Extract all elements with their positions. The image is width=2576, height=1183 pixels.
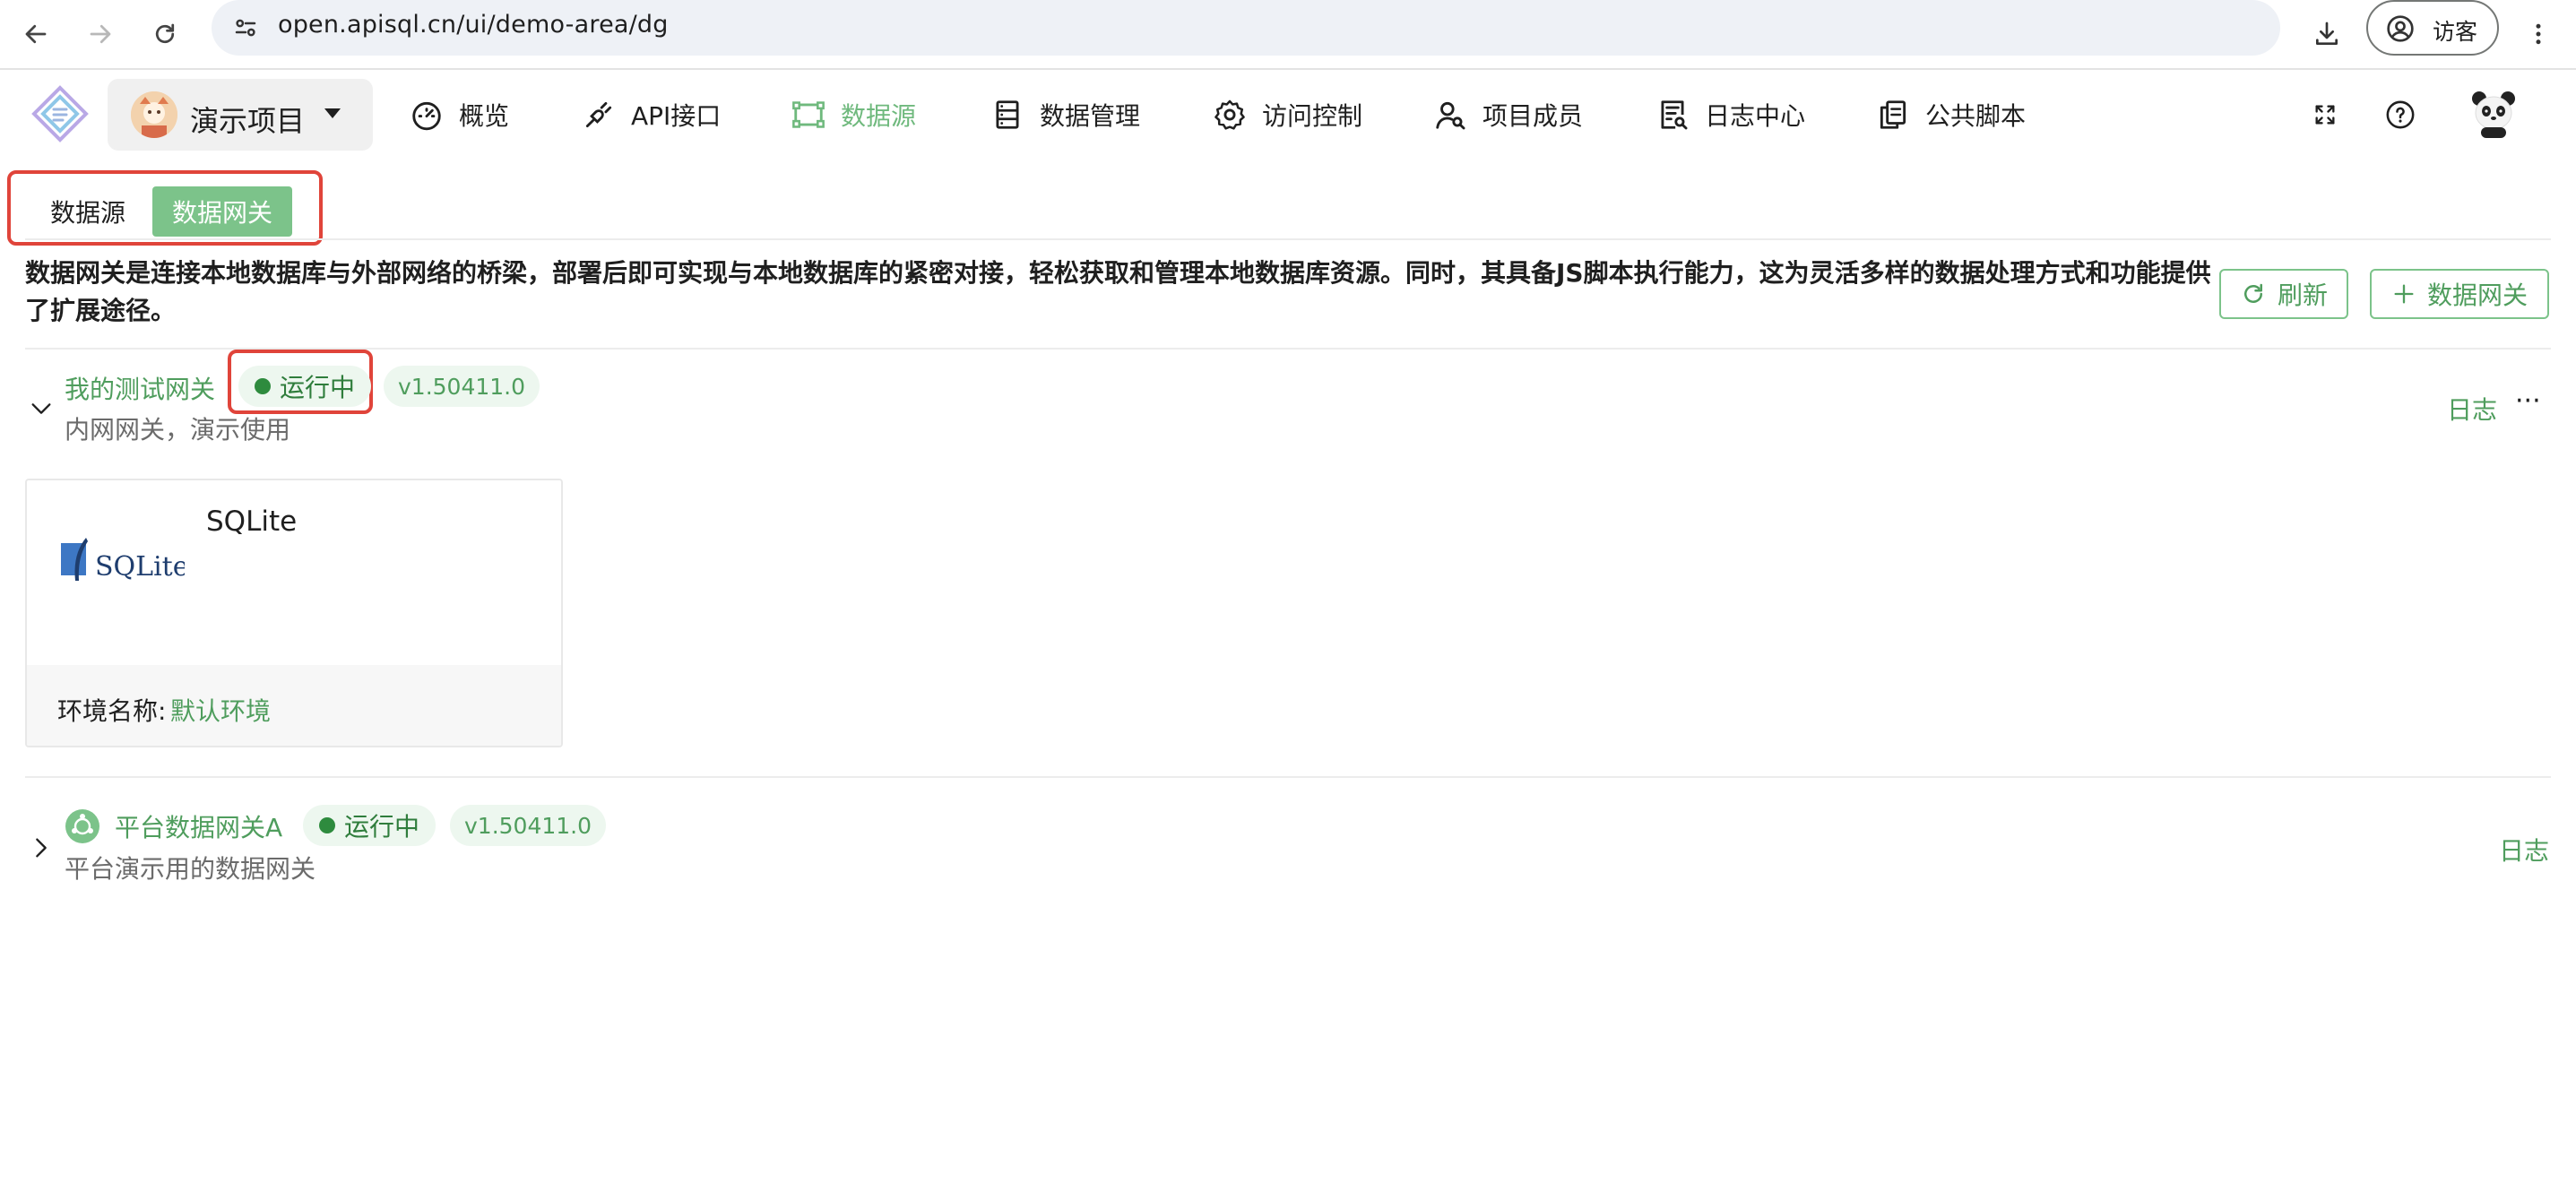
app-logo[interactable]	[30, 84, 90, 143]
log-icon	[1655, 97, 1690, 133]
back-icon[interactable]	[11, 9, 61, 59]
status-text: 运行中	[280, 373, 356, 402]
expand-chevron-icon[interactable]	[27, 833, 56, 862]
platform-gateway-icon	[65, 808, 100, 844]
site-settings-icon[interactable]	[224, 6, 267, 49]
menu-item-label: 项目成员	[1482, 101, 1584, 131]
menu-item-datasource[interactable]: 数据源	[791, 93, 916, 136]
collapse-chevron-icon[interactable]	[27, 394, 56, 423]
menu-item-label: 概览	[459, 101, 510, 131]
member-icon	[1432, 97, 1468, 133]
divider	[25, 776, 2551, 778]
divider	[25, 348, 2551, 350]
add-gateway-button[interactable]: 数据网关	[2370, 269, 2549, 319]
tab-highlight-box: 数据源 数据网关	[7, 170, 323, 246]
gateway-name[interactable]: 我的测试网关	[65, 370, 215, 406]
tab-datasource[interactable]: 数据源	[30, 186, 146, 237]
script-icon	[1875, 97, 1911, 133]
refresh-icon	[2240, 281, 2267, 307]
gateway-log-link[interactable]: 日志	[2447, 391, 2497, 427]
database-icon	[990, 97, 1025, 133]
more-icon[interactable]: ···	[2515, 385, 2541, 417]
menu-item-members[interactable]: 项目成员	[1432, 93, 1583, 136]
add-gateway-label: 数据网关	[2426, 281, 2528, 310]
svg-text:SQLite: SQLite	[95, 551, 185, 583]
url-text[interactable]: open.apisql.cn/ui/demo-area/dg	[278, 11, 669, 39]
browser-toolbar: open.apisql.cn/ui/demo-area/dg 访客	[0, 0, 2576, 70]
divider	[25, 238, 2551, 240]
version-badge: v1.50411.0	[450, 805, 607, 846]
tab-data-gateway[interactable]: 数据网关	[152, 186, 293, 237]
menu-item-access-control[interactable]: 访问控制	[1212, 93, 1362, 136]
user-avatar[interactable]	[2467, 86, 2520, 140]
datasource-icon	[791, 97, 826, 133]
datasource-name: SQLite	[206, 505, 298, 538]
account-circle-icon	[2387, 15, 2414, 42]
version-badge: v1.50411.0	[384, 366, 540, 407]
menu-item-label: 日志中心	[1705, 101, 1806, 131]
menu-item-data-management[interactable]: 数据管理	[990, 93, 1140, 136]
menu-item-label: 数据源	[841, 101, 917, 131]
plus-icon	[2391, 281, 2416, 307]
gateway-name[interactable]: 平台数据网关A	[115, 808, 282, 844]
status-dot-icon	[319, 817, 335, 833]
gateway-log-link[interactable]: 日志	[2499, 832, 2549, 868]
status-text: 运行中	[344, 812, 420, 842]
menu-item-log-center[interactable]: 日志中心	[1655, 93, 1805, 136]
download-icon[interactable]	[2302, 9, 2352, 59]
menu-item-label: API接口	[631, 101, 722, 131]
gateway-subtitle: 平台演示用的数据网关	[65, 854, 316, 884]
gateway-description: 数据网关是连接本地数据库与外部网络的桥梁，部署后即可实现与本地数据库的紧密对接，…	[25, 258, 2211, 325]
gear-icon	[1212, 97, 1248, 133]
sqlite-logo: SQLite	[59, 534, 188, 592]
reload-icon[interactable]	[140, 9, 190, 59]
help-icon[interactable]	[2381, 95, 2420, 134]
status-dot-icon	[255, 378, 271, 394]
gateway-subtitle: 内网网关，演示使用	[65, 415, 291, 445]
env-value[interactable]: 默认环境	[170, 692, 271, 728]
browser-menu-icon[interactable]	[2513, 9, 2563, 59]
project-name: 演示项目	[190, 104, 306, 138]
status-badge: 运行中	[238, 366, 372, 407]
menu-item-label: 访问控制	[1262, 101, 1363, 131]
profile-label: 访客	[2433, 19, 2478, 45]
fullscreen-icon[interactable]	[2305, 95, 2345, 134]
app-header: 演示项目 概览 API接口 数据源 数据管理 访问控制 项目成员 日志中心 公共…	[0, 72, 2576, 158]
refresh-button[interactable]: 刷新	[2219, 269, 2348, 319]
menu-item-public-scripts[interactable]: 公共脚本	[1875, 93, 2026, 136]
caret-down-icon	[324, 108, 341, 118]
project-avatar	[131, 91, 177, 138]
refresh-label: 刷新	[2277, 281, 2328, 310]
menu-item-label: 公共脚本	[1925, 101, 2027, 131]
menu-item-label: 数据管理	[1040, 101, 1141, 131]
datasource-card[interactable]: SQLite SQLite 环境名称: 默认环境	[25, 479, 563, 747]
menu-item-api[interactable]: API接口	[581, 93, 721, 136]
dashboard-icon	[409, 97, 445, 133]
env-label: 环境名称:	[57, 696, 167, 726]
plug-icon	[581, 97, 617, 133]
forward-icon[interactable]	[75, 9, 125, 59]
project-selector[interactable]: 演示项目	[108, 79, 373, 151]
address-bar[interactable]: open.apisql.cn/ui/demo-area/dg	[212, 0, 2280, 56]
card-footer: 环境名称: 默认环境	[27, 665, 561, 746]
menu-item-overview[interactable]: 概览	[409, 93, 509, 136]
profile-button[interactable]: 访客	[2366, 0, 2499, 56]
status-badge: 运行中	[303, 805, 437, 846]
